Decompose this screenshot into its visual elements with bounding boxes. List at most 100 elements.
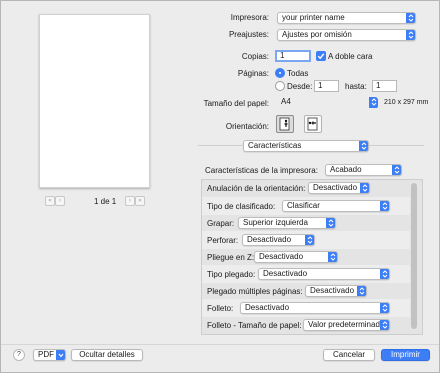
feature-row: Grapar: Superior izquierda xyxy=(202,214,410,232)
portrait-icon xyxy=(279,117,290,131)
updown-chevron-icon xyxy=(406,13,415,23)
landscape-icon xyxy=(307,117,318,131)
last-page-icon: » xyxy=(138,197,142,204)
paper-size-label: Tamaño del papel: xyxy=(203,99,269,108)
pdf-label: PDF xyxy=(38,350,54,359)
cancel-button[interactable]: Cancelar xyxy=(323,349,375,361)
duplex-label: A doble cara xyxy=(328,52,373,61)
duplex-checkbox[interactable] xyxy=(316,51,326,61)
feature-select[interactable]: Desactivado xyxy=(258,268,390,280)
pages-range-radio[interactable] xyxy=(275,81,285,91)
landscape-button[interactable] xyxy=(304,115,322,133)
feature-select[interactable]: Desactivado xyxy=(308,182,370,194)
feature-label: Grapar: xyxy=(207,219,235,228)
feature-select[interactable]: Superior izquierda xyxy=(238,217,336,229)
updown-chevron-icon xyxy=(406,30,415,40)
feature-row: Folleto: Desactivado xyxy=(202,299,410,317)
checkmark-icon xyxy=(317,53,325,60)
preview-pager: « ‹ 1 de 1 › » xyxy=(45,196,145,206)
last-page-button[interactable]: » xyxy=(135,196,145,206)
first-page-icon: « xyxy=(48,197,52,204)
feature-value: Desactivado xyxy=(247,235,292,244)
presets-value: Ajustes por omisión xyxy=(282,30,352,39)
paper-size-select[interactable]: A4 xyxy=(277,97,378,109)
section-select[interactable]: Características xyxy=(243,140,369,152)
pages-from-label: Desde: xyxy=(287,82,313,91)
updown-chevron-icon xyxy=(357,286,366,296)
pages-from-field[interactable]: 1 xyxy=(314,80,339,92)
feature-label: Tipo plegado: xyxy=(207,270,256,279)
printer-features-label: Características de la impresora: xyxy=(205,166,318,175)
page-indicator: 1 de 1 xyxy=(94,197,117,206)
feature-select[interactable]: Clasificar xyxy=(282,200,390,212)
help-icon: ? xyxy=(17,351,21,358)
printer-features-select[interactable]: Acabado xyxy=(325,164,402,176)
feature-row: Perforar: Desactivado xyxy=(202,231,410,249)
feature-label: Folleto: xyxy=(207,304,234,313)
pdf-menu-button[interactable]: PDF xyxy=(33,349,66,361)
printer-value: your printer name xyxy=(282,13,345,22)
pages-all-label: Todas xyxy=(287,69,309,78)
feature-label: Folleto - Tamaño de papel: xyxy=(207,321,302,330)
feature-row: Anulación de la orientación: Desactivado xyxy=(202,180,410,198)
copies-field[interactable]: 1 xyxy=(275,50,311,62)
feature-value: Desactivado xyxy=(259,252,304,261)
next-page-icon: › xyxy=(128,197,132,204)
portrait-button[interactable] xyxy=(276,115,294,133)
updown-chevron-icon xyxy=(328,252,337,262)
updown-chevron-icon xyxy=(359,141,368,151)
feature-label: Pliegue en Z: xyxy=(207,253,255,262)
feature-label: Tipo de clasificado: xyxy=(207,202,276,211)
feature-label: Perforar: xyxy=(207,236,239,245)
print-dialog: « ‹ 1 de 1 › » Impresora: your printer n… xyxy=(0,0,440,373)
presets-select[interactable]: Ajustes por omisión xyxy=(277,29,416,41)
feature-value: Clasificar xyxy=(287,201,320,210)
paper-size-value: A4 xyxy=(281,97,291,106)
print-button[interactable]: Imprimir xyxy=(381,349,430,361)
feature-select[interactable]: Valor predeterminado... xyxy=(303,319,390,331)
feature-row: Plegado múltiples páginas: Desactivado xyxy=(202,282,410,300)
updown-chevron-icon xyxy=(369,97,378,108)
presets-label: Preajustes: xyxy=(228,30,269,39)
printer-features-value: Acabado xyxy=(330,165,362,174)
updown-chevron-icon xyxy=(326,218,335,228)
feature-select[interactable]: Desactivado xyxy=(242,234,315,246)
feature-label: Plegado múltiples páginas: xyxy=(207,287,303,296)
features-scrollbar[interactable] xyxy=(411,183,417,329)
updown-chevron-icon xyxy=(392,165,401,175)
previous-page-icon: ‹ xyxy=(58,197,62,204)
pages-to-label: hasta: xyxy=(345,82,367,91)
feature-select[interactable]: Desactivado xyxy=(254,251,338,263)
feature-select[interactable]: Desactivado xyxy=(305,285,367,297)
previous-page-button[interactable]: ‹ xyxy=(55,196,65,206)
chevron-down-icon xyxy=(56,350,65,360)
copies-label: Copias: xyxy=(241,52,269,61)
features-panel: Anulación de la orientación: Desactivado… xyxy=(201,179,423,335)
orientation-label: Orientación: xyxy=(225,122,269,131)
updown-chevron-icon xyxy=(380,303,389,313)
feature-value: Valor predeterminado... xyxy=(308,320,390,329)
paper-dimensions: 210 x 297 mm xyxy=(384,99,429,106)
updown-chevron-icon xyxy=(380,320,389,330)
updown-chevron-icon xyxy=(305,235,314,245)
next-page-button[interactable]: › xyxy=(125,196,135,206)
feature-select[interactable]: Desactivado xyxy=(240,302,390,314)
first-page-button[interactable]: « xyxy=(45,196,55,206)
feature-row: Pliegue en Z: Desactivado xyxy=(202,248,410,266)
feature-value: Desactivado xyxy=(263,269,308,278)
page-preview xyxy=(39,14,150,188)
pages-to-field[interactable]: 1 xyxy=(372,80,397,92)
pages-all-radio[interactable] xyxy=(275,68,285,78)
feature-row: Tipo plegado: Desactivado xyxy=(202,265,410,283)
help-button[interactable]: ? xyxy=(13,349,25,361)
feature-value: Superior izquierda xyxy=(243,218,308,227)
updown-chevron-icon xyxy=(380,201,389,211)
feature-row: Tipo de clasificado: Clasificar xyxy=(202,197,410,215)
feature-label: Anulación de la orientación: xyxy=(207,184,306,193)
printer-select[interactable]: your printer name xyxy=(277,12,416,24)
updown-chevron-icon xyxy=(380,269,389,279)
hide-details-button[interactable]: Ocultar detalles xyxy=(71,349,143,361)
section-value: Características xyxy=(248,141,302,150)
feature-row: Folleto - Tamaño de papel: Valor predete… xyxy=(202,316,410,334)
feature-value: Desactivado xyxy=(313,183,358,192)
